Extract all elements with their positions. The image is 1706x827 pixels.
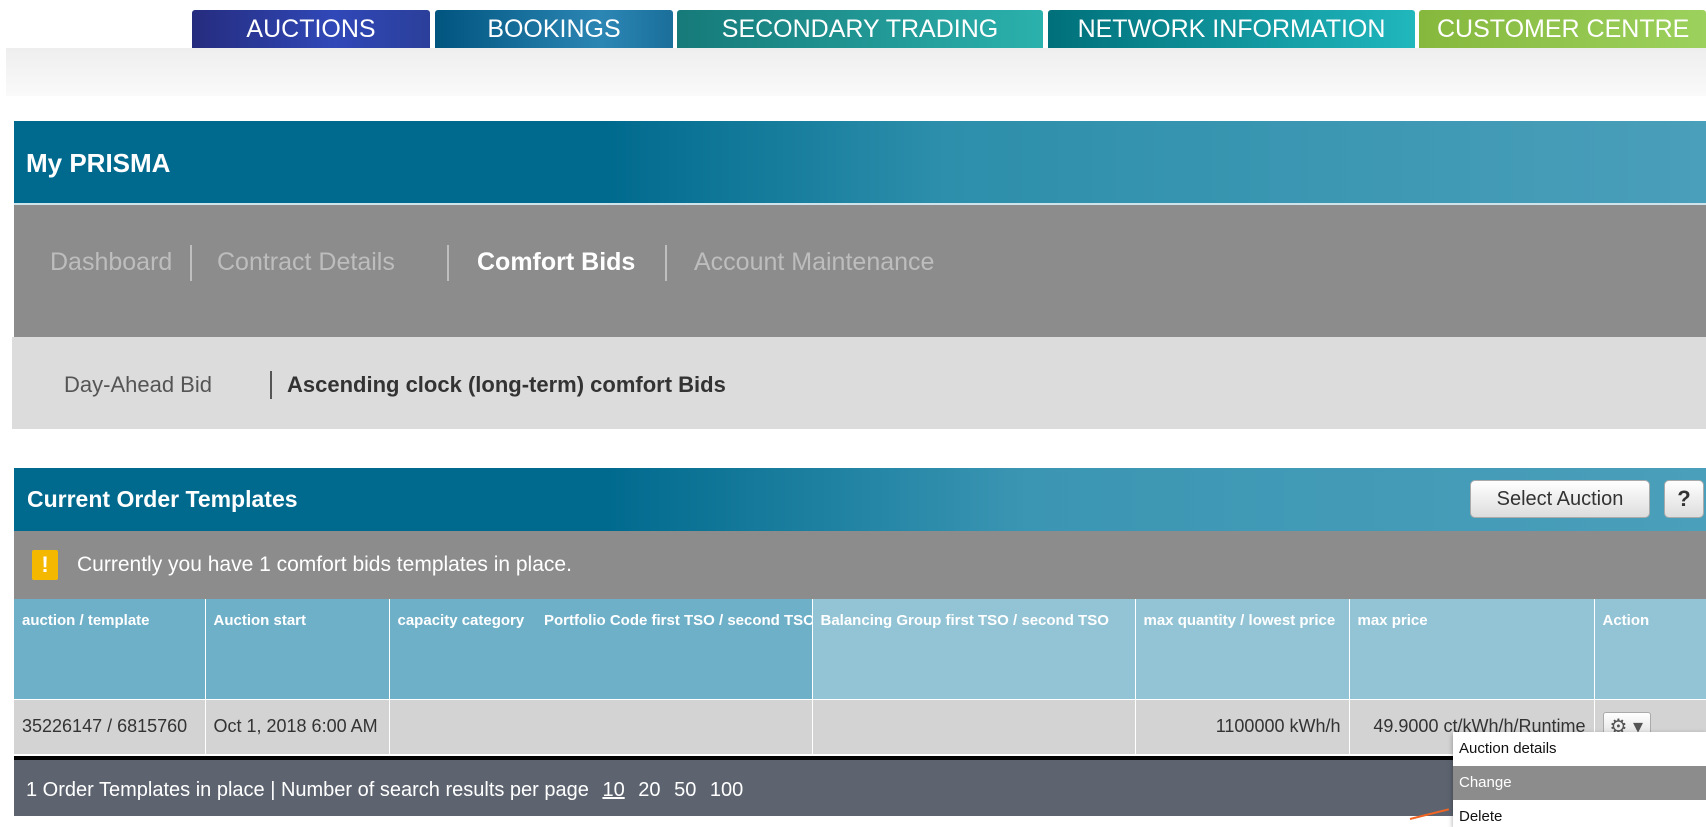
order-templates-header: Current Order Templates Select Auction ? [14,468,1706,531]
column-header: Action [1594,599,1706,699]
page-title: My PRISMA [26,148,171,178]
sub-item-day-ahead-bid[interactable]: Day-Ahead Bid [64,372,212,398]
page-size-50[interactable]: 50 [674,779,696,801]
sub-menu: Day-Ahead Bid Ascending clock (long-term… [12,337,1706,429]
sub-item-ascending-clock-bids[interactable]: Ascending clock (long-term) comfort Bids [287,372,726,398]
tab-auctions[interactable]: AUCTIONS [192,10,430,48]
column-header[interactable]: Balancing Group first TSO / second TSO [812,599,1136,699]
info-message: Currently you have 1 comfort bids templa… [77,553,572,576]
column-header[interactable]: max quantity / lowest price [1135,599,1350,699]
page-size-100[interactable]: 100 [710,779,743,801]
cell-capacity-category [389,698,536,754]
menu-item-change[interactable]: Change [1453,766,1706,800]
action-dropdown-menu: Auction details Change Delete [1453,732,1706,827]
table-header-row: auction / template Auction start capacit… [14,599,1706,699]
page-size-10[interactable]: 10 [602,779,624,801]
menu-separator [665,245,667,281]
warning-icon: ! [32,550,58,580]
menu-separator [447,245,449,281]
menu-item-comfort-bids[interactable]: Comfort Bids [477,248,635,277]
tab-network-information[interactable]: NETWORK INFORMATION [1048,10,1415,48]
column-header[interactable]: auction / template [14,599,206,699]
cell-auction-start: Oct 1, 2018 6:00 AM [205,698,390,754]
column-header[interactable]: Auction start [205,599,390,699]
menu-item-dashboard[interactable]: Dashboard [50,248,172,277]
select-auction-button[interactable]: Select Auction [1470,480,1650,518]
column-header[interactable]: capacity category [389,599,536,699]
info-bar: ! Currently you have 1 comfort bids temp… [14,531,1706,599]
menu-item-contract-details[interactable]: Contract Details [217,248,395,277]
tab-customer-centre[interactable]: CUSTOMER CENTRE [1419,10,1706,48]
tab-bookings[interactable]: BOOKINGS [435,10,673,48]
page-size-20[interactable]: 20 [638,779,660,801]
column-header[interactable]: Portfolio Code first TSO / second TSO [536,599,813,699]
top-nav-strip [6,48,1706,96]
help-button[interactable]: ? [1664,480,1704,518]
menu-item-delete[interactable]: Delete [1453,800,1706,827]
cell-auction-template: 35226147 / 6815760 [14,698,206,754]
column-header[interactable]: max price [1349,599,1595,699]
main-menu: Dashboard Contract Details Comfort Bids … [14,205,1706,337]
cell-portfolio-code [536,698,813,754]
order-templates-table: auction / template Auction start capacit… [14,599,1706,754]
menu-separator [190,245,192,281]
my-prisma-header: My PRISMA [14,121,1706,205]
cell-balancing-group [812,698,1136,754]
tab-secondary-trading[interactable]: SECONDARY TRADING [677,10,1043,48]
panel-title: Current Order Templates [27,486,298,512]
cell-max-quantity: 1100000 kWh/h [1135,698,1350,754]
menu-item-auction-details[interactable]: Auction details [1453,732,1706,766]
menu-item-account-maintenance[interactable]: Account Maintenance [694,248,934,277]
sub-menu-separator [270,371,272,399]
results-summary: 1 Order Templates in place | Number of s… [26,779,589,801]
order-templates-table-wrap: auction / template Auction start capacit… [14,599,1706,754]
